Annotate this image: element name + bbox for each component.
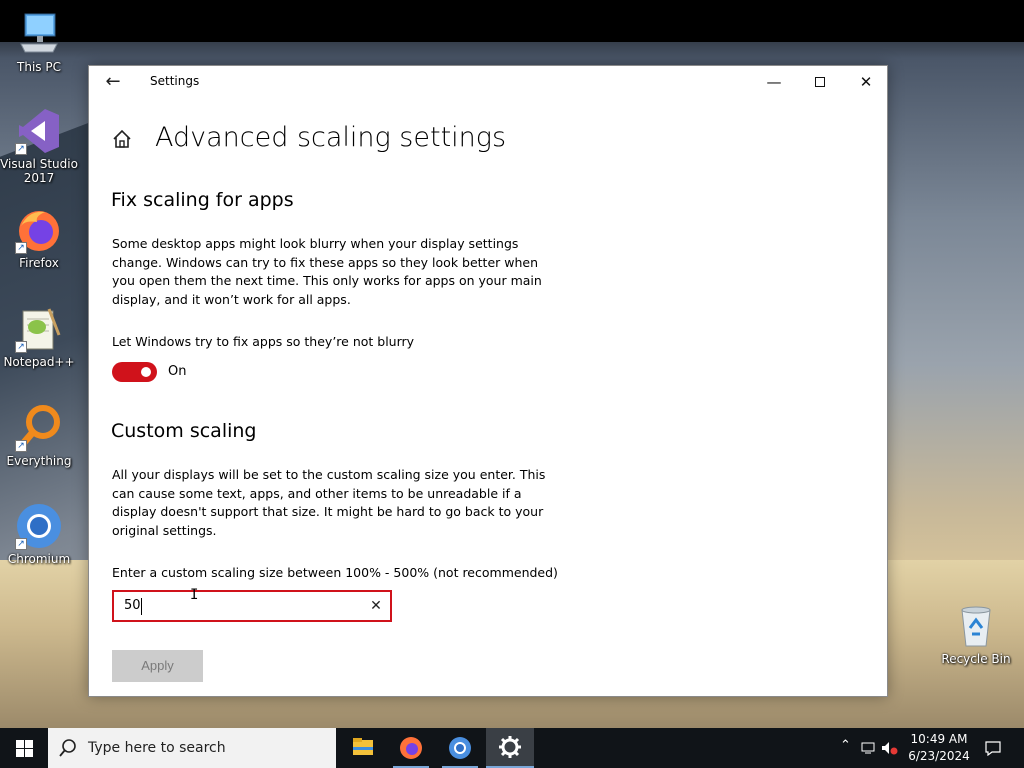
shortcut-arrow-icon: ↗ bbox=[15, 538, 27, 550]
toggle-knob bbox=[141, 367, 151, 377]
page-title: Advanced scaling settings bbox=[155, 122, 507, 153]
desktop-icon-label: Notepad++ bbox=[3, 355, 75, 369]
taskbar-clock[interactable]: 10:49 AM 6/23/2024 bbox=[904, 731, 974, 765]
desktop-icon-everything[interactable]: ↗ Everything bbox=[0, 404, 79, 468]
desktop-icon-label: Visual Studio 2017 bbox=[0, 157, 78, 185]
chromium-icon: ↗ bbox=[15, 502, 63, 550]
fix-apps-toggle-label: Let Windows try to fix apps so they’re n… bbox=[112, 334, 415, 349]
desktop-icon-label: Firefox bbox=[19, 256, 59, 270]
desktop-icon-label: Chromium bbox=[7, 552, 71, 566]
notepadpp-icon: ↗ bbox=[15, 305, 63, 353]
system-tray: ⌃ bbox=[838, 728, 898, 768]
shortcut-arrow-icon: ↗ bbox=[15, 242, 27, 254]
custom-scaling-input-label: Enter a custom scaling size between 100%… bbox=[112, 565, 558, 580]
search-placeholder: Type here to search bbox=[88, 740, 226, 756]
shortcut-arrow-icon: ↗ bbox=[15, 143, 27, 155]
toggle-state-label: On bbox=[168, 364, 187, 379]
custom-scaling-description: All your displays will be set to the cus… bbox=[112, 467, 546, 538]
maximize-button[interactable] bbox=[797, 66, 843, 98]
maximize-icon bbox=[815, 76, 825, 87]
title-bar[interactable]: ← Settings — ✕ bbox=[89, 66, 887, 98]
fix-scaling-description: Some desktop apps might look blurry when… bbox=[112, 236, 542, 307]
section-title-custom-scaling: Custom scaling bbox=[111, 420, 257, 442]
firefox-icon: ↗ bbox=[15, 206, 63, 254]
fix-apps-toggle[interactable] bbox=[112, 362, 157, 382]
settings-gear-icon bbox=[499, 736, 521, 758]
taskbar-search-box[interactable]: Type here to search bbox=[48, 728, 336, 768]
clock-time: 10:49 AM bbox=[910, 732, 968, 746]
text-caret bbox=[141, 598, 142, 615]
back-arrow-icon[interactable]: ← bbox=[103, 72, 123, 92]
desktop-icon-label: Recycle Bin bbox=[941, 652, 1011, 666]
settings-window: ← Settings — ✕ Advanced scaling settings… bbox=[88, 65, 888, 697]
visual-studio-icon: ↗ bbox=[15, 107, 63, 155]
search-icon bbox=[58, 738, 78, 758]
desktop-icon-this-pc[interactable]: This PC bbox=[0, 10, 79, 74]
desktop-icon-recycle-bin[interactable]: Recycle Bin bbox=[936, 602, 1016, 666]
ibeam-cursor-icon: I bbox=[190, 587, 199, 603]
recycle-bin-icon bbox=[952, 602, 1000, 650]
custom-scaling-input[interactable]: 50 ✕ bbox=[112, 590, 392, 622]
file-explorer-icon bbox=[353, 738, 373, 755]
everything-icon: ↗ bbox=[15, 404, 63, 452]
action-center-button[interactable] bbox=[978, 728, 1024, 768]
desktop-icon-label: This PC bbox=[17, 60, 61, 74]
taskbar-firefox[interactable] bbox=[387, 728, 435, 768]
this-pc-icon bbox=[15, 10, 63, 58]
desktop-icon-firefox[interactable]: ↗ Firefox bbox=[0, 206, 79, 270]
desktop-icon-chromium[interactable]: ↗ Chromium bbox=[0, 502, 79, 566]
firefox-icon bbox=[400, 737, 422, 759]
shortcut-arrow-icon: ↗ bbox=[15, 440, 27, 452]
custom-scaling-value: 50 bbox=[124, 598, 141, 613]
home-icon[interactable] bbox=[111, 128, 133, 150]
notifications-icon bbox=[985, 741, 1001, 756]
apply-button[interactable]: Apply bbox=[112, 650, 203, 682]
shortcut-arrow-icon: ↗ bbox=[15, 341, 27, 353]
minimize-icon: — bbox=[766, 73, 782, 91]
app-title: Settings bbox=[150, 74, 200, 88]
chromium-icon bbox=[449, 737, 471, 759]
close-icon: ✕ bbox=[859, 73, 873, 91]
close-button[interactable]: ✕ bbox=[843, 66, 889, 98]
taskbar-chromium[interactable] bbox=[436, 728, 484, 768]
clear-input-icon[interactable]: ✕ bbox=[368, 597, 384, 615]
start-button[interactable] bbox=[0, 728, 48, 768]
desktop-icon-label: Everything bbox=[6, 454, 72, 468]
taskbar: Type here to search ⌃ 10:49 AM 6/23/2024 bbox=[0, 728, 1024, 768]
volume-muted-icon[interactable] bbox=[880, 740, 898, 756]
taskbar-file-explorer[interactable] bbox=[339, 728, 387, 768]
show-hidden-icons-chevron-icon[interactable]: ⌃ bbox=[840, 738, 851, 753]
taskbar-settings[interactable] bbox=[486, 728, 534, 768]
section-title-fix-scaling: Fix scaling for apps bbox=[111, 189, 294, 211]
network-icon[interactable] bbox=[860, 740, 876, 756]
desktop-icon-notepadpp[interactable]: ↗ Notepad++ bbox=[0, 305, 79, 369]
desktop-icon-visual-studio[interactable]: ↗ Visual Studio 2017 bbox=[0, 107, 79, 185]
minimize-button[interactable]: — bbox=[751, 66, 797, 98]
clock-date: 6/23/2024 bbox=[908, 749, 970, 763]
